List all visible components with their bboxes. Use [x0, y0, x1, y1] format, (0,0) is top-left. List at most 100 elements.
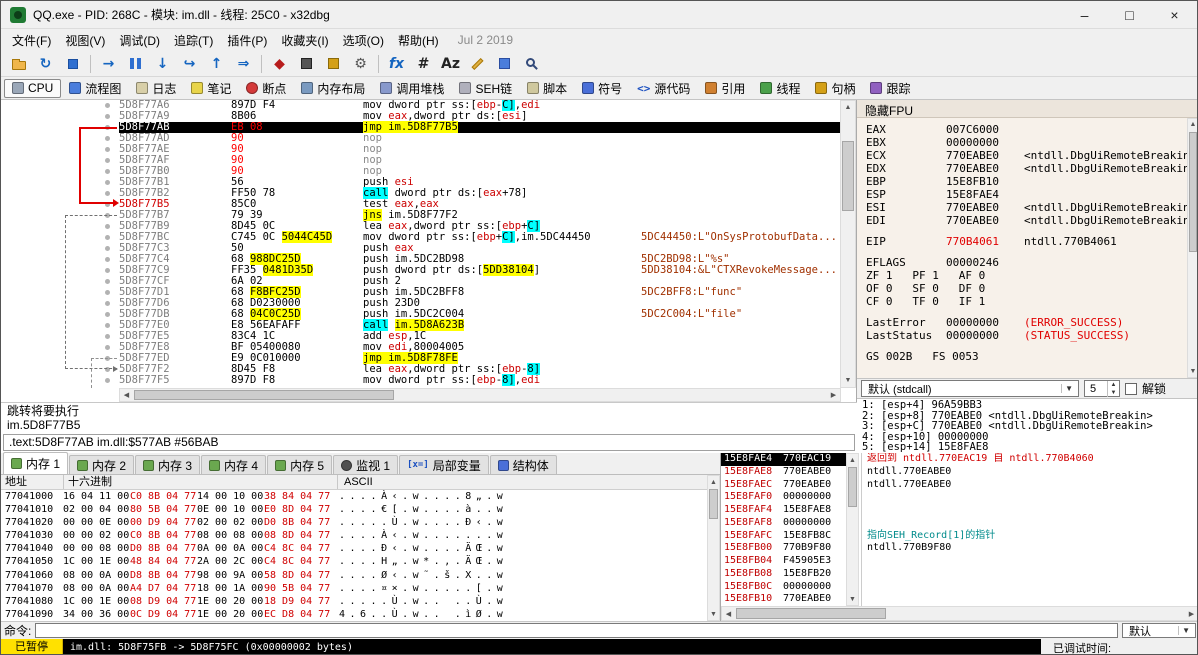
register-row[interactable]: EDX 770EABE0 <ntdll.DbgUiRemoteBreakin>: [866, 162, 1187, 175]
open-file-button[interactable]: [6, 53, 31, 75]
breakpoint-gutter[interactable]: [1, 111, 119, 122]
register-row[interactable]: ESI 770EABE0 <ntdll.DbgUiRemoteBreakin>: [866, 201, 1187, 214]
dump-tab-mem5[interactable]: 内存 5: [267, 455, 333, 474]
tab-cpu[interactable]: CPU: [4, 78, 62, 98]
tab-threads[interactable]: 线程: [753, 79, 807, 98]
dump-vertical-scrollbar[interactable]: ▲ ▼: [707, 475, 720, 621]
breakpoint-gutter[interactable]: [1, 243, 119, 254]
tab-memory-map[interactable]: 内存布局: [294, 79, 372, 98]
stack-row[interactable]: 15E8FAFC 15E8FB8C: [721, 530, 846, 543]
register-row[interactable]: EBX 00000000: [866, 136, 1187, 149]
memory-map-button[interactable]: [321, 53, 346, 75]
tab-references[interactable]: 引用: [698, 79, 752, 98]
tab-source[interactable]: <> 源代码: [630, 79, 697, 98]
tab-handles[interactable]: 句柄: [808, 79, 862, 98]
tab-call-stack[interactable]: 调用堆栈: [373, 79, 451, 98]
menu-item[interactable]: 追踪(T): [167, 30, 220, 51]
tab-breakpoints[interactable]: 断点: [239, 79, 293, 98]
run-button[interactable]: →: [96, 53, 121, 75]
disassembly-view[interactable]: 5D8F77A6 897D F4 mov dword ptr ss:[ebp-C],…: [1, 100, 841, 388]
dump-tab-mem3[interactable]: 内存 3: [135, 455, 201, 474]
step-over-button[interactable]: ↪: [177, 53, 202, 75]
tab-graph[interactable]: 流程图: [62, 79, 128, 98]
register-row[interactable]: ECX 770EABE0 <ntdll.DbgUiRemoteBreakin>: [866, 149, 1187, 162]
breakpoint-gutter[interactable]: [1, 287, 119, 298]
memory-row[interactable]: 77041010 02 00 04 00 80 5B 04 77 0E 00 10 0…: [1, 503, 707, 516]
breakpoint-gutter[interactable]: [1, 210, 119, 221]
settings-gear-button[interactable]: ⚙: [348, 53, 373, 75]
memory-row[interactable]: 77041080 1C 00 1E 00 08 D9 04 77 1E 00 20 0…: [1, 595, 707, 608]
dump-rows[interactable]: 77041000 16 04 11 00 C0 8B 04 77 14 00 10 0…: [1, 490, 707, 621]
breakpoint-gutter[interactable]: [1, 353, 119, 364]
stack-row[interactable]: 15E8FB10 770EABE0: [721, 593, 846, 606]
pause-button[interactable]: [123, 53, 148, 75]
breakpoint-gutter[interactable]: [1, 276, 119, 287]
breakpoint-gutter[interactable]: [1, 342, 119, 353]
title-bar[interactable]: QQ.exe - PID: 268C - 模块: im.dll - 线程: 25…: [1, 1, 1197, 29]
register-row[interactable]: ESP 15E8FAE4: [866, 188, 1187, 201]
disasm-vertical-scrollbar[interactable]: ▲ ▼: [840, 100, 856, 388]
breakpoint-gutter[interactable]: [1, 375, 119, 386]
register-row[interactable]: EIP 770B4061 ntdll.770B4061: [866, 235, 1187, 248]
breakpoint-gutter[interactable]: [1, 298, 119, 309]
flags-row[interactable]: GS 002B FS 0053: [866, 350, 1187, 363]
register-row[interactable]: EAX 007C6000: [866, 123, 1187, 136]
restart-button[interactable]: ↻: [33, 53, 58, 75]
calling-convention-combo[interactable]: 默认 (stdcall) ▼: [861, 380, 1079, 397]
menu-item[interactable]: 插件(P): [220, 30, 274, 51]
modules-button[interactable]: [492, 53, 517, 75]
unlock-checkbox[interactable]: [1125, 382, 1137, 395]
stack-row[interactable]: 15E8FB08 15E8FB20: [721, 568, 846, 581]
run-to-user-code-button[interactable]: ⇒: [231, 53, 256, 75]
stack-rows[interactable]: 15E8FAE4 770EAC19 15E8FAE8 770EABE0 15E8FAEC…: [721, 453, 846, 606]
stack-horizontal-scrollbar[interactable]: ◀ ▶: [721, 606, 1197, 621]
spinner-arrows[interactable]: ▲ ▼: [1107, 380, 1119, 397]
breakpoint-gutter[interactable]: [1, 144, 119, 155]
breakpoint-gutter[interactable]: [1, 331, 119, 342]
flags-row[interactable]: CF 0 TF 0 IF 1: [866, 295, 1187, 308]
breakpoint-gutter[interactable]: [1, 155, 119, 166]
breakpoint-gutter[interactable]: [1, 364, 119, 375]
tab-symbols[interactable]: 符号: [575, 79, 629, 98]
step-out-button[interactable]: ↑: [204, 53, 229, 75]
tab-script[interactable]: 脚本: [520, 79, 574, 98]
stack-arguments[interactable]: 1: [esp+4] 96A59BB3 2: [esp+8] 770EABE0 <…: [857, 398, 1197, 453]
breakpoint-gutter[interactable]: [1, 199, 119, 210]
menu-item[interactable]: 选项(O): [336, 30, 391, 51]
registers-scrollbar[interactable]: ▲ ▼: [1187, 118, 1197, 378]
patches-button[interactable]: #: [411, 53, 436, 75]
dump-tab-mem1[interactable]: 内存 1: [3, 452, 69, 474]
stack-vertical-scrollbar[interactable]: ▲ ▼: [846, 453, 859, 606]
register-row[interactable]: LastStatus 00000000 (STATUS_SUCCESS): [866, 329, 1187, 342]
memory-row[interactable]: 77041030 00 00 02 00 C0 8B 04 77 08 00 08 0…: [1, 529, 707, 542]
maximize-button[interactable]: □: [1107, 1, 1152, 28]
breakpoint-gutter[interactable]: [1, 232, 119, 243]
stack-row[interactable]: 15E8FB0C 00000000: [721, 581, 846, 594]
call-argument-row[interactable]: 1: [esp+4] 96A59BB3: [862, 400, 1197, 411]
flags-row[interactable]: OF 0 SF 0 DF 0: [866, 282, 1187, 295]
call-argument-row[interactable]: 5: [esp+14] 15E8FAE8: [862, 442, 1197, 453]
command-profile-combo[interactable]: 默认 ▼: [1122, 623, 1196, 638]
register-row[interactable]: EBP 15E8FB10: [866, 175, 1187, 188]
calculator-button[interactable]: fx: [384, 53, 409, 75]
search-button[interactable]: [519, 53, 544, 75]
breakpoint-gutter[interactable]: [1, 177, 119, 188]
menu-item[interactable]: 收藏夹(I): [274, 30, 335, 51]
breakpoint-gutter[interactable]: [1, 309, 119, 320]
breakpoint-gutter[interactable]: [1, 265, 119, 276]
command-input[interactable]: [35, 623, 1118, 638]
stack-row[interactable]: 15E8FB04 F45905E3: [721, 555, 846, 568]
breakpoint-gutter[interactable]: [1, 166, 119, 177]
close-button[interactable]: ×: [1152, 1, 1197, 28]
memory-row[interactable]: 77041040 00 00 08 00 D0 8B 04 77 0A 00 0A 0…: [1, 542, 707, 555]
stack-row[interactable]: 15E8FAF8 00000000: [721, 517, 846, 530]
register-row[interactable]: LastError 00000000 (ERROR_SUCCESS): [866, 316, 1187, 329]
menu-item[interactable]: 调试(D): [112, 30, 167, 51]
dump-tab-mem4[interactable]: 内存 4: [201, 455, 267, 474]
memory-row[interactable]: 77041090 34 00 36 00 0C D9 04 77 1E 00 20 0…: [1, 608, 707, 621]
disasm-horizontal-scrollbar[interactable]: ◀ ▶: [119, 388, 841, 402]
stack-row[interactable]: 15E8FAEC 770EABE0: [721, 479, 846, 492]
register-row[interactable]: EDI 770EABE0 <ntdll.DbgUiRemoteBreakin>: [866, 214, 1187, 227]
edit-pencil-button[interactable]: [465, 53, 490, 75]
stack-row[interactable]: 15E8FAF4 15E8FAE8: [721, 504, 846, 517]
